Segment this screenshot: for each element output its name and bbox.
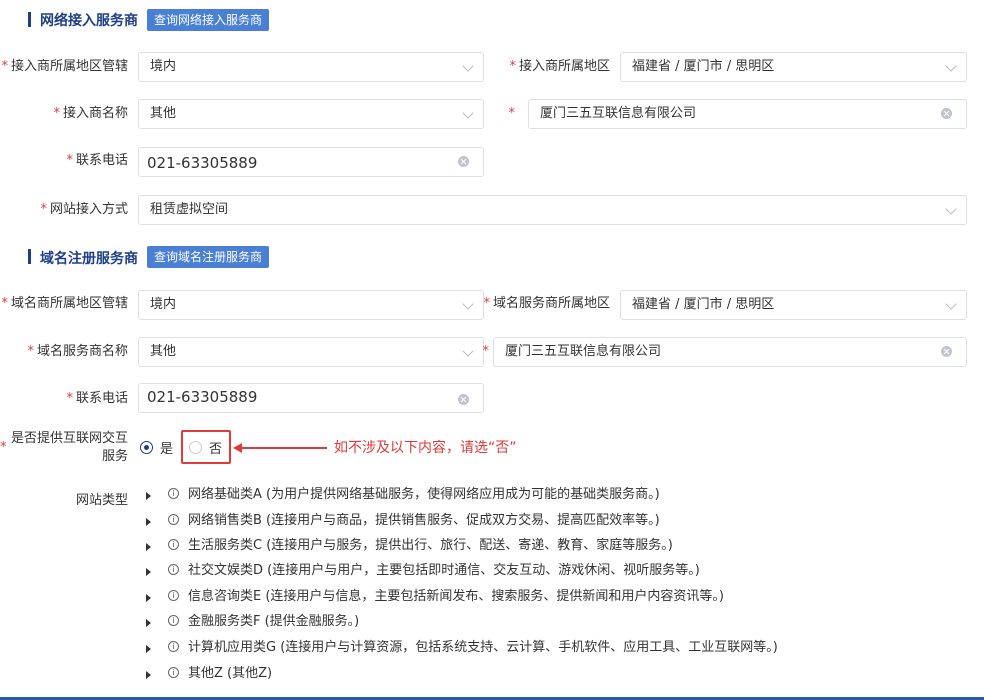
isp-access-value: 租赁虚拟空间 — [150, 202, 229, 217]
isp-area-select[interactable]: 福建省 / 厦门市 / 思明区 — [620, 52, 967, 82]
domain-phone-label: * 联系电话 — [66, 391, 128, 406]
radio-no-label[interactable]: 否 — [209, 438, 222, 457]
isp-section-title: 网络接入服务商 — [40, 13, 138, 29]
clear-icon[interactable] — [941, 346, 952, 357]
chevron-down-icon — [945, 298, 957, 310]
clear-icon[interactable] — [941, 108, 952, 119]
site-type-text: 计算机应用类G (连接用户与计算资源，包括系统支持、云计算、手机软件、应用工具、… — [188, 640, 778, 655]
isp-company-value: 厦门三五互联信息有限公司 — [540, 106, 697, 121]
info-icon: i — [168, 641, 179, 652]
isp-access-select[interactable]: 租赁虚拟空间 — [138, 195, 967, 225]
domain-area-value: 福建省 / 厦门市 / 思明区 — [632, 297, 775, 312]
site-type-text: 其他Z (其他Z) — [188, 666, 273, 681]
expand-triangle-icon[interactable] — [146, 543, 151, 551]
chevron-down-icon — [462, 298, 474, 310]
section-marker — [28, 12, 31, 27]
query-domain-button[interactable]: 查询域名注册服务商 — [147, 246, 270, 268]
clear-icon[interactable] — [458, 156, 469, 167]
info-icon: i — [168, 514, 179, 525]
info-icon: i — [168, 590, 179, 601]
isp-phone-input[interactable]: 021-63305889 — [138, 147, 484, 177]
expand-triangle-icon[interactable] — [146, 518, 151, 526]
radio-no[interactable] — [189, 441, 202, 454]
annotation-arrow — [241, 447, 327, 449]
section-marker — [28, 249, 31, 264]
site-type-text: 金融服务类F (提供金融服务。) — [188, 614, 360, 629]
domain-region-select[interactable]: 境内 — [138, 290, 484, 320]
chevron-down-icon — [945, 60, 957, 72]
domain-company-input[interactable]: 厦门三五互联信息有限公司 — [493, 337, 967, 367]
info-icon: i — [168, 564, 179, 575]
chevron-down-icon — [462, 60, 474, 72]
expand-triangle-icon[interactable] — [146, 645, 151, 653]
site-type-text: 生活服务类C (连接用户与服务，提供出行、旅行、配送、寄递、教育、家庭等服务。) — [188, 538, 673, 553]
clear-icon[interactable] — [458, 394, 469, 405]
domain-area-select[interactable]: 福建省 / 厦门市 / 思明区 — [620, 290, 967, 320]
annotation-note: 如不涉及以下内容，请选“否” — [334, 440, 517, 456]
isp-area-value: 福建省 / 厦门市 / 思明区 — [632, 59, 775, 74]
domain-phone-input[interactable]: 021-63305889 — [138, 383, 484, 413]
domain-name-value: 其他 — [150, 344, 177, 359]
isp-phone-value: 021-63305889 — [147, 154, 258, 172]
expand-triangle-icon[interactable] — [146, 568, 151, 576]
domain-name-select[interactable]: 其他 — [138, 337, 484, 367]
domain-region-value: 境内 — [150, 297, 177, 312]
info-icon: i — [168, 667, 179, 678]
expand-triangle-icon[interactable] — [146, 492, 151, 500]
isp-region-value: 境内 — [150, 59, 177, 74]
interactive-service-label: * 是否提供互联网交互 服务 — [0, 431, 128, 464]
expand-triangle-icon[interactable] — [146, 594, 151, 602]
query-isp-button[interactable]: 查询网络接入服务商 — [147, 9, 270, 31]
info-icon: i — [168, 488, 179, 499]
isp-phone-label: * 联系电话 — [66, 153, 128, 168]
isp-company-input[interactable]: 厦门三五互联信息有限公司 — [528, 99, 967, 129]
chevron-down-icon — [462, 345, 474, 357]
isp-company-required: * — [508, 106, 516, 121]
isp-access-label: * 网站接入方式 — [40, 202, 128, 217]
expand-triangle-icon[interactable] — [146, 619, 151, 627]
chevron-down-icon — [945, 203, 957, 215]
domain-company-value: 厦门三五互联信息有限公司 — [505, 344, 662, 359]
radio-yes[interactable] — [140, 441, 153, 454]
info-icon: i — [168, 615, 179, 626]
site-type-text: 社交文娱类D (连接用户与用户，主要包括即时通信、交友互动、游戏休闲、视听服务等… — [188, 563, 700, 578]
isp-region-label: * 接入商所属地区管辖 — [1, 59, 128, 74]
expand-triangle-icon[interactable] — [146, 671, 151, 679]
isp-name-value: 其他 — [150, 106, 177, 121]
domain-region-label: * 域名商所属地区管辖 — [1, 296, 128, 311]
domain-company-required: * — [482, 344, 490, 359]
domain-phone-value: 021-63305889 — [147, 388, 258, 406]
site-type-label: 网站类型 — [76, 493, 129, 508]
site-type-text: 网络销售类B (连接用户与商品，提供销售服务、促成双方交易、提高匹配效率等。) — [188, 513, 660, 528]
chevron-down-icon — [462, 107, 474, 119]
site-type-text: 信息咨询类E (连接用户与信息，主要包括新闻发布、搜索服务、提供新闻和用户内容资… — [188, 589, 724, 604]
isp-area-label: * 接入商所属地区 — [509, 59, 610, 74]
domain-area-label: * 域名服务商所属地区 — [483, 296, 610, 311]
site-type-text: 网络基础类A (为用户提供网络基础服务，使得网络应用成为可能的基础类服务商。) — [188, 487, 660, 502]
domain-section-title: 域名注册服务商 — [40, 251, 138, 267]
radio-yes-label[interactable]: 是 — [160, 438, 173, 457]
domain-name-label: * 域名服务商名称 — [27, 344, 128, 359]
isp-name-label: * 接入商名称 — [53, 106, 128, 121]
isp-region-select[interactable]: 境内 — [138, 52, 484, 82]
isp-name-select[interactable]: 其他 — [138, 99, 484, 129]
info-icon: i — [168, 539, 179, 550]
